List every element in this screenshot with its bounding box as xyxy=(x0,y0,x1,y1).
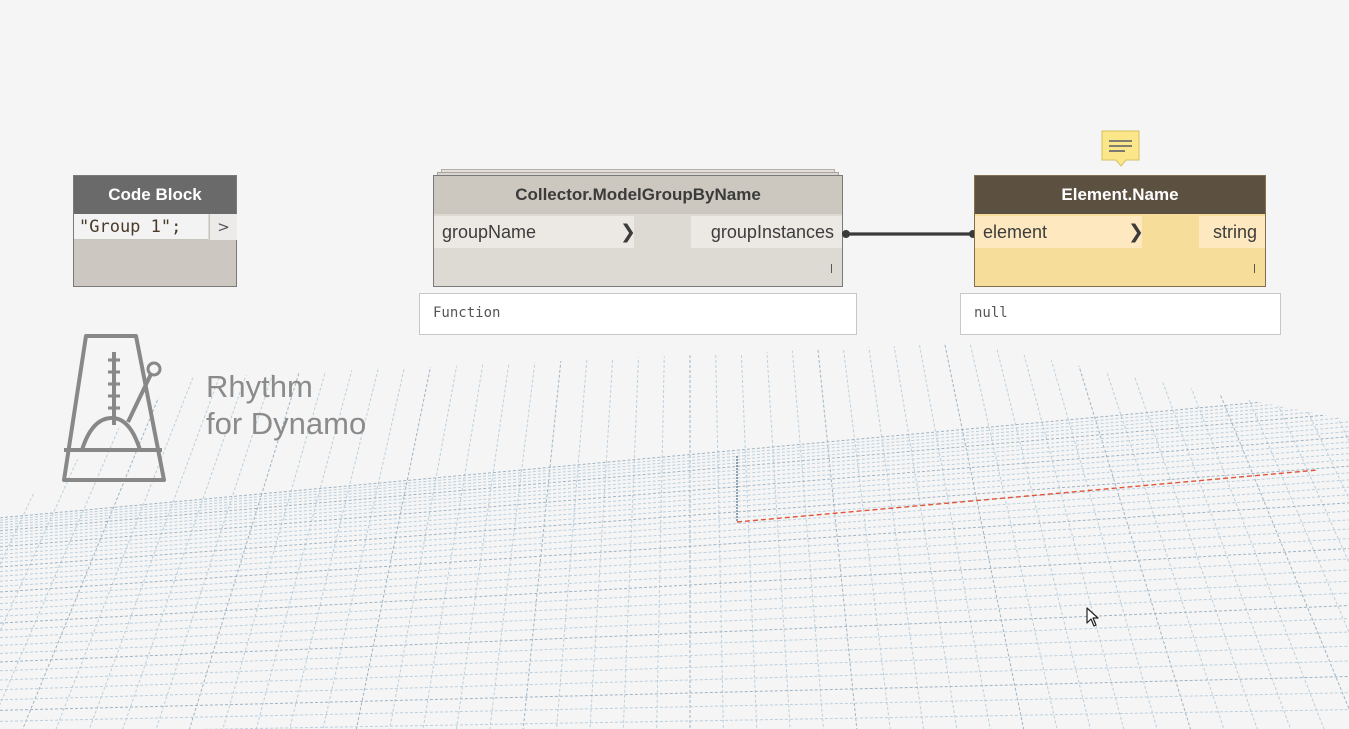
grid-line xyxy=(714,343,725,729)
grid-line xyxy=(1146,343,1303,729)
grid-line xyxy=(1222,343,1349,729)
chevron-right-icon: ❯ xyxy=(620,221,636,243)
lacing-indicator-icon xyxy=(831,264,832,273)
background-3d-grid xyxy=(0,343,1349,729)
grid-line xyxy=(0,569,1349,639)
metronome-icon xyxy=(62,334,166,482)
grid-line xyxy=(740,343,759,729)
grid-line xyxy=(1197,343,1349,729)
grid-line xyxy=(0,426,1349,541)
grid-line xyxy=(0,412,1349,532)
code-block-body xyxy=(74,240,236,286)
grid-line xyxy=(0,421,1349,538)
grid-line xyxy=(417,343,488,729)
element-port-label: element xyxy=(983,222,1048,242)
grid-line xyxy=(553,343,589,729)
code-block-editor[interactable]: "Group 1"; xyxy=(74,214,208,240)
grid-line xyxy=(0,431,1349,544)
group-instances-port-label: groupInstances xyxy=(710,222,834,242)
grid-line xyxy=(0,400,1349,524)
grid-line xyxy=(0,709,1349,729)
collector-port-row: groupName ❯ groupInstances xyxy=(434,214,842,250)
element-name-body xyxy=(975,250,1265,286)
code-block-row: "Group 1"; > xyxy=(74,214,237,240)
grid-line xyxy=(383,343,462,729)
grid-line xyxy=(0,538,1349,617)
grid-line xyxy=(0,660,1349,701)
grid-line xyxy=(0,645,1349,691)
collector-node-title[interactable]: Collector.ModelGroupByName xyxy=(434,176,842,214)
comment-bubble-icon[interactable] xyxy=(1101,130,1141,168)
package-logo-line1: Rhythm xyxy=(206,369,313,404)
grid-line xyxy=(867,343,929,729)
element-name-node[interactable]: Element.Name element ❯ string xyxy=(974,175,1266,287)
element-name-preview-bubble[interactable]: null xyxy=(960,293,1281,335)
workspace-canvas[interactable]: Code Block "Group 1"; > Collector.ModelG… xyxy=(0,0,1349,729)
collector-model-group-node[interactable]: Collector.ModelGroupByName groupName ❯ g… xyxy=(433,175,843,287)
grid-line xyxy=(0,631,1349,681)
grid-line xyxy=(0,393,1349,519)
mouse-cursor-icon xyxy=(1086,607,1099,627)
group-name-port-label: groupName xyxy=(442,222,537,242)
lacing-indicator-icon xyxy=(1254,264,1255,273)
grid-line xyxy=(655,343,666,729)
collector-preview-bubble[interactable]: Function xyxy=(419,293,857,335)
grid-line xyxy=(0,605,1349,663)
element-name-port-row: element ❯ string xyxy=(975,214,1265,250)
code-block-node[interactable]: Code Block "Group 1"; > xyxy=(73,175,237,287)
connector-wire[interactable] xyxy=(840,226,980,242)
grid-line xyxy=(0,494,1349,587)
grid-line xyxy=(0,528,1349,611)
grid-line xyxy=(0,453,1349,559)
grid-line xyxy=(519,343,564,729)
grid-line xyxy=(451,343,513,729)
grid-line xyxy=(1070,343,1201,729)
grid-line xyxy=(816,343,861,729)
grid-line xyxy=(892,343,963,729)
grid-line xyxy=(1273,343,1349,729)
element-name-title[interactable]: Element.Name xyxy=(975,176,1265,214)
grid-line xyxy=(0,404,1349,526)
grid-line xyxy=(349,343,437,729)
chevron-right-icon: ❯ xyxy=(1128,221,1144,243)
collector-node-body xyxy=(434,250,842,286)
grid-line xyxy=(0,436,1349,548)
code-block-output-port[interactable]: > xyxy=(209,214,237,240)
code-block-title[interactable]: Code Block xyxy=(74,176,236,214)
grid-line xyxy=(485,343,539,729)
grid-line xyxy=(1324,343,1349,729)
package-logo-line2: for Dynamo xyxy=(206,406,367,441)
grid-line xyxy=(0,408,1349,529)
grid-line xyxy=(315,343,412,729)
grid-line xyxy=(1095,343,1235,729)
origin-x-axis xyxy=(736,469,1319,523)
grid-line xyxy=(621,343,640,729)
grid-line xyxy=(0,692,1349,722)
grid-line xyxy=(791,343,827,729)
grid-line xyxy=(0,465,1349,568)
string-port-label: string xyxy=(1212,222,1257,242)
